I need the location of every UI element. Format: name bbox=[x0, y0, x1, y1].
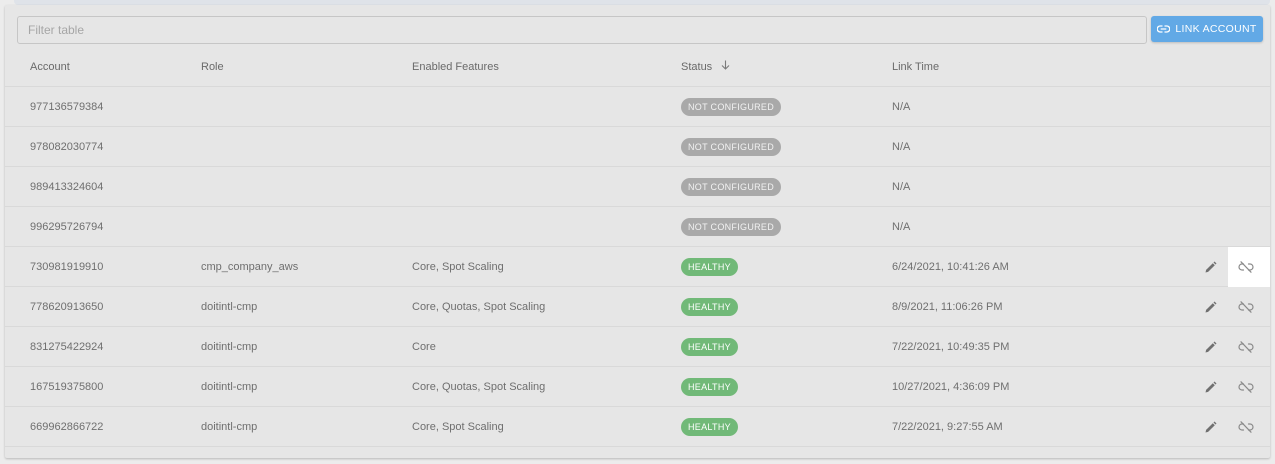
table-row: 978082030774 NOT CONFIGURED N/A bbox=[5, 127, 1270, 167]
status-cell: NOT CONFIGURED bbox=[681, 207, 782, 247]
link-time-cell: N/A bbox=[892, 101, 911, 113]
table-body: 977136579384 NOT CONFIGURED N/A 97808203… bbox=[5, 87, 1270, 447]
account-cell: 978082030774 bbox=[30, 141, 104, 153]
link-time-cell: 6/24/2021, 10:41:26 AM bbox=[892, 261, 1009, 273]
enabled-features-cell: Core, Spot Scaling bbox=[412, 261, 504, 273]
link-time-cell: N/A bbox=[892, 221, 911, 233]
status-badge: HEALTHY bbox=[681, 338, 738, 357]
status-badge: NOT CONFIGURED bbox=[681, 98, 782, 117]
status-cell: NOT CONFIGURED bbox=[681, 87, 782, 127]
arrow-down-icon bbox=[721, 47, 730, 87]
link-time-cell: N/A bbox=[892, 141, 911, 153]
status-badge: HEALTHY bbox=[681, 258, 738, 277]
status-cell: HEALTHY bbox=[681, 367, 738, 407]
col-header-link-time[interactable]: Link Time bbox=[892, 47, 939, 87]
account-cell: 989413324604 bbox=[30, 181, 104, 193]
col-header-role[interactable]: Role bbox=[201, 47, 224, 87]
table-row: 778620913650 doitintl-cmp Core, Quotas, … bbox=[5, 287, 1270, 327]
enabled-features-cell: Core, Spot Scaling bbox=[412, 421, 504, 433]
enabled-features-cell: Core bbox=[412, 341, 436, 353]
link-time-cell: 7/22/2021, 9:27:55 AM bbox=[892, 421, 1003, 433]
link-time-cell: 7/22/2021, 10:49:35 PM bbox=[892, 341, 1010, 353]
role-cell: doitintl-cmp bbox=[201, 381, 258, 393]
accounts-table-card: LINK ACCOUNT Account Role Enabled Featur… bbox=[5, 5, 1270, 458]
table-row: 669962866722 doitintl-cmp Core, Spot Sca… bbox=[5, 407, 1270, 447]
table-row: 167519375800 doitintl-cmp Core, Quotas, … bbox=[5, 367, 1270, 407]
link-time-cell: 10/27/2021, 4:36:09 PM bbox=[892, 381, 1010, 393]
status-cell: HEALTHY bbox=[681, 327, 738, 367]
filter-table-input[interactable] bbox=[17, 16, 1147, 44]
account-cell: 669962866722 bbox=[30, 421, 104, 433]
table-row: 730981919910 cmp_company_aws Core, Spot … bbox=[5, 247, 1270, 287]
status-cell: HEALTHY bbox=[681, 247, 738, 287]
link-icon bbox=[1157, 25, 1171, 33]
table-row: 977136579384 NOT CONFIGURED N/A bbox=[5, 87, 1270, 127]
account-cell: 778620913650 bbox=[30, 301, 104, 313]
unlink-icon[interactable] bbox=[1236, 257, 1256, 277]
account-cell: 996295726794 bbox=[30, 221, 104, 233]
pencil-edit-icon[interactable] bbox=[1200, 417, 1220, 437]
role-cell: doitintl-cmp bbox=[201, 341, 258, 353]
role-cell: cmp_company_aws bbox=[201, 261, 299, 273]
account-cell: 167519375800 bbox=[30, 381, 104, 393]
col-header-enabled-features[interactable]: Enabled Features bbox=[412, 47, 499, 87]
status-badge: HEALTHY bbox=[681, 418, 738, 437]
table-row: 996295726794 NOT CONFIGURED N/A bbox=[5, 207, 1270, 247]
pencil-edit-icon[interactable] bbox=[1200, 337, 1220, 357]
pencil-edit-icon[interactable] bbox=[1200, 377, 1220, 397]
link-time-cell: N/A bbox=[892, 181, 911, 193]
table-row: 831275422924 doitintl-cmp Core HEALTHY 7… bbox=[5, 327, 1270, 367]
role-cell: doitintl-cmp bbox=[201, 301, 258, 313]
account-cell: 730981919910 bbox=[30, 261, 104, 273]
status-cell: HEALTHY bbox=[681, 407, 738, 447]
link-account-label: LINK ACCOUNT bbox=[1175, 23, 1257, 35]
enabled-features-cell: Core, Quotas, Spot Scaling bbox=[412, 381, 546, 393]
status-badge: HEALTHY bbox=[681, 378, 738, 397]
enabled-features-cell: Core, Quotas, Spot Scaling bbox=[412, 301, 546, 313]
status-badge: NOT CONFIGURED bbox=[681, 178, 782, 197]
status-badge: HEALTHY bbox=[681, 298, 738, 317]
col-header-account[interactable]: Account bbox=[30, 47, 70, 87]
table-row: 989413324604 NOT CONFIGURED N/A bbox=[5, 167, 1270, 207]
status-cell: NOT CONFIGURED bbox=[681, 167, 782, 207]
pencil-edit-icon[interactable] bbox=[1200, 297, 1220, 317]
status-badge: NOT CONFIGURED bbox=[681, 138, 782, 157]
unlink-icon[interactable] bbox=[1236, 417, 1256, 437]
link-time-cell: 8/9/2021, 11:06:26 PM bbox=[892, 301, 1003, 313]
status-cell: NOT CONFIGURED bbox=[681, 127, 782, 167]
status-cell: HEALTHY bbox=[681, 287, 738, 327]
unlink-icon[interactable] bbox=[1236, 297, 1256, 317]
link-account-button[interactable]: LINK ACCOUNT bbox=[1151, 16, 1263, 42]
unlink-icon[interactable] bbox=[1236, 377, 1256, 397]
col-header-status[interactable]: Status bbox=[681, 47, 730, 87]
role-cell: doitintl-cmp bbox=[201, 421, 258, 433]
table-header: Account Role Enabled Features Status Lin… bbox=[5, 47, 1270, 87]
account-cell: 977136579384 bbox=[30, 101, 104, 113]
status-badge: NOT CONFIGURED bbox=[681, 218, 782, 237]
unlink-icon[interactable] bbox=[1236, 337, 1256, 357]
account-cell: 831275422924 bbox=[30, 341, 104, 353]
pencil-edit-icon[interactable] bbox=[1200, 257, 1220, 277]
